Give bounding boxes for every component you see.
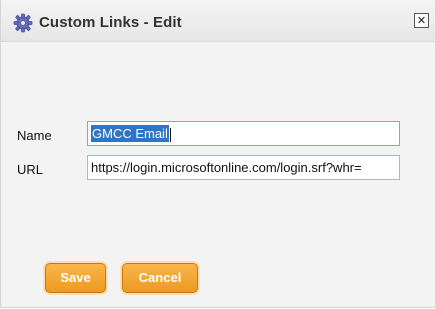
dialog-titlebar[interactable]: Custom Links - Edit ✕ — [1, 0, 435, 42]
url-input-value: https://login.microsoftonline.com/login.… — [91, 160, 362, 175]
cancel-button[interactable]: Cancel — [122, 263, 198, 293]
save-button[interactable]: Save — [45, 263, 106, 293]
close-icon[interactable]: ✕ — [414, 13, 429, 28]
gear-icon — [13, 13, 33, 33]
name-label: Name — [17, 128, 52, 143]
url-label: URL — [17, 162, 44, 177]
custom-links-dialog: Custom Links - Edit ✕ Name GMCC Email UR… — [0, 0, 436, 308]
text-caret — [169, 127, 171, 142]
name-input[interactable]: GMCC Email — [87, 121, 400, 146]
url-input[interactable]: https://login.microsoftonline.com/login.… — [87, 155, 400, 180]
dialog-title: Custom Links - Edit — [39, 14, 182, 31]
name-input-value: GMCC Email — [91, 125, 169, 142]
